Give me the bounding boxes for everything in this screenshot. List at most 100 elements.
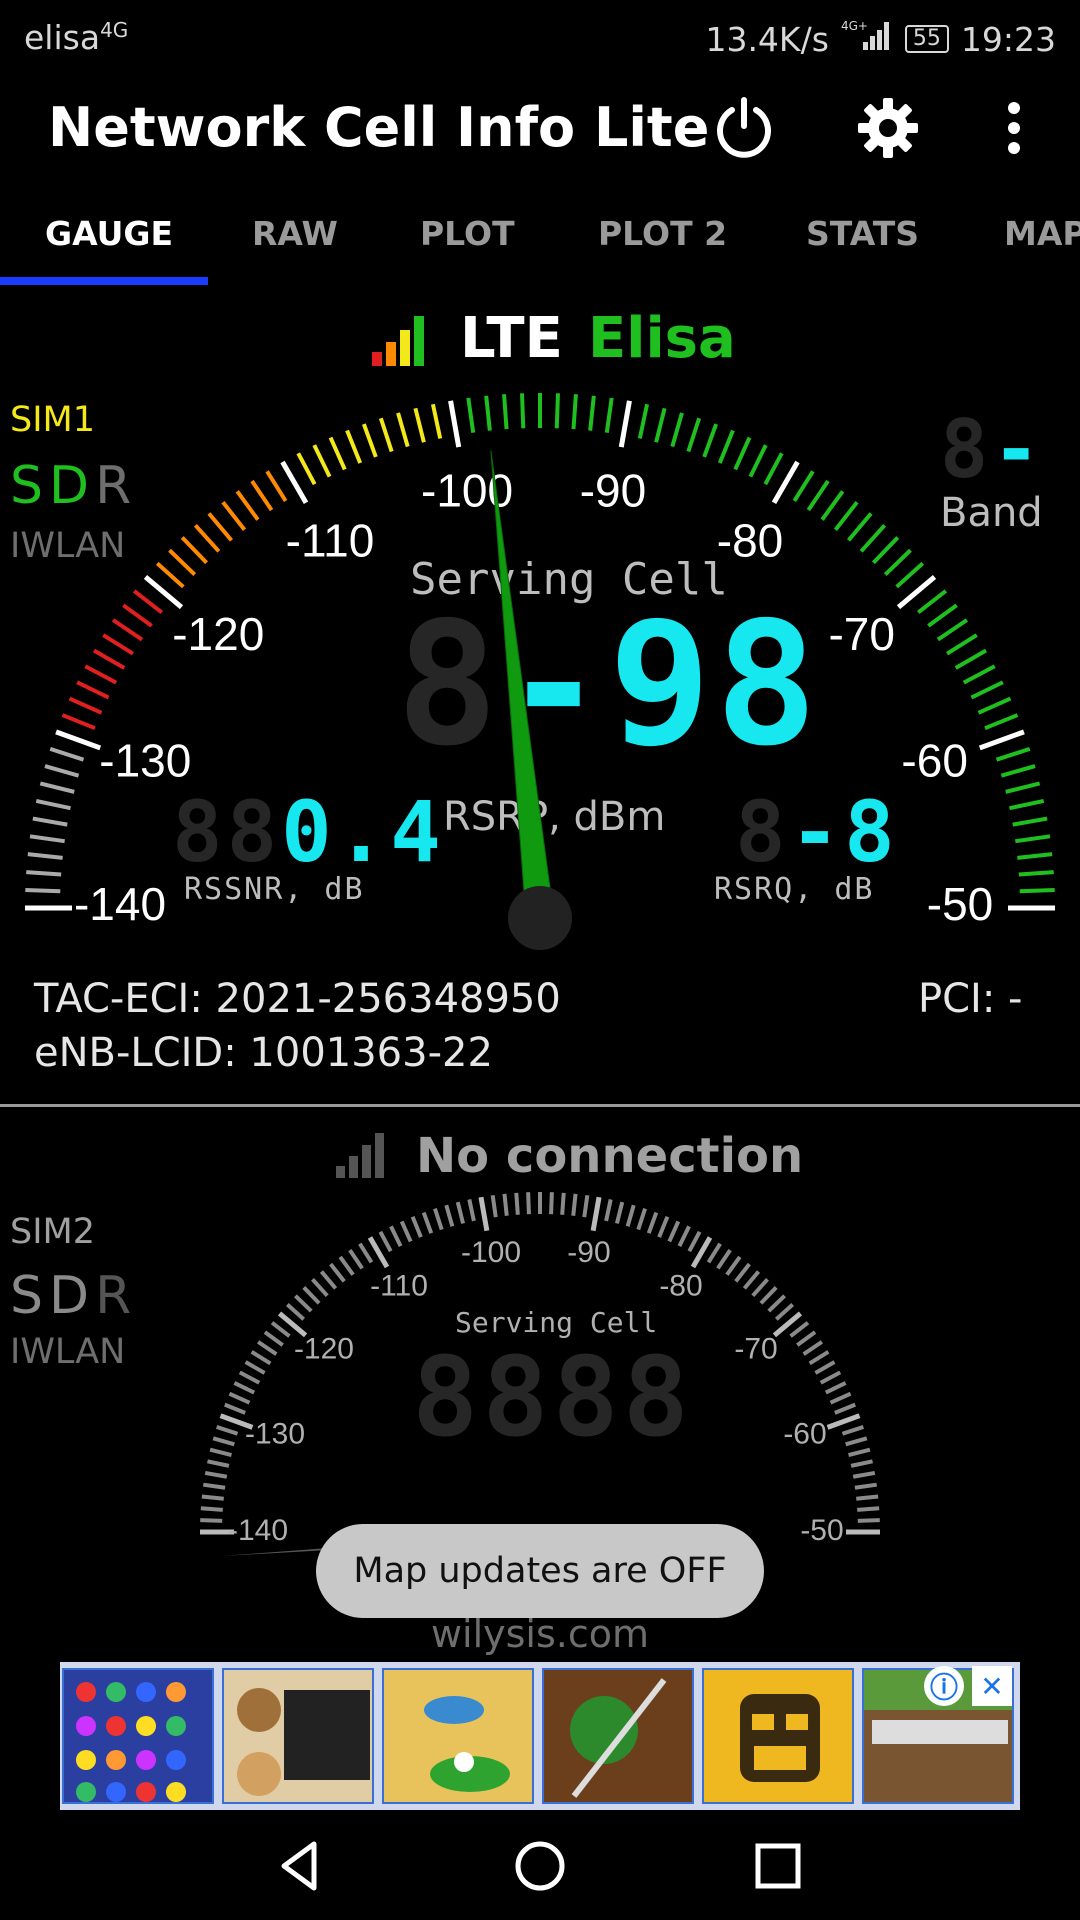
gauge-minor-tick <box>856 1494 879 1501</box>
gauge-minor-tick <box>857 1506 880 1512</box>
gauge-scale-label: -130 <box>245 1417 305 1450</box>
gauge-minor-tick <box>549 1192 554 1215</box>
gauge-minor-tick <box>814 1360 836 1375</box>
sim2-rsrp-ghost-display: 8888 <box>412 1333 693 1461</box>
gauge-scale-label: -70 <box>734 1333 777 1366</box>
gauge-minor-tick <box>263 1330 284 1347</box>
ad-fruit-ninja[interactable] <box>542 1668 694 1804</box>
gauge-major-tick <box>478 1196 490 1232</box>
gauge-minor-tick <box>604 1199 613 1222</box>
gauge-minor-tick <box>852 1470 876 1479</box>
gauge-minor-tick <box>796 1330 817 1347</box>
gauge-minor-tick <box>560 1192 566 1215</box>
gauge-minor-tick <box>224 1402 246 1415</box>
gauge-minor-tick <box>789 1321 810 1338</box>
gauge-minor-tick <box>455 1201 466 1224</box>
gauge-minor-tick <box>625 1204 636 1227</box>
gauge-minor-tick <box>348 1249 364 1270</box>
gauge-minor-tick <box>808 1350 830 1366</box>
gauge-minor-tick <box>850 1459 873 1468</box>
gauge-minor-tick <box>514 1192 520 1215</box>
gauge-minor-tick <box>759 1286 778 1305</box>
gauge-minor-tick <box>207 1459 230 1468</box>
gauge-minor-tick <box>228 1391 251 1405</box>
gauge-minor-tick <box>444 1204 455 1227</box>
gauge-minor-tick <box>302 1286 321 1305</box>
gauge-minor-tick <box>829 1391 852 1405</box>
gauge-minor-tick <box>854 1482 877 1490</box>
ad-grand-theft-auto[interactable] <box>222 1668 374 1804</box>
gauge-minor-tick <box>734 1262 751 1283</box>
recent-apps-icon[interactable] <box>746 1834 810 1898</box>
gauge-minor-tick <box>751 1277 769 1298</box>
gauge-minor-tick <box>433 1208 444 1231</box>
gauge-minor-tick <box>636 1208 647 1231</box>
gauge-major-tick <box>590 1196 602 1232</box>
gauge-minor-tick <box>614 1201 625 1224</box>
gauge-minor-tick <box>389 1225 403 1248</box>
gauge-minor-tick <box>216 1425 239 1436</box>
gauge-minor-tick <box>687 1230 702 1253</box>
gauge-minor-tick <box>467 1199 476 1222</box>
gauge-minor-tick <box>329 1262 346 1283</box>
gauge-scale-label: -90 <box>567 1236 610 1269</box>
gauge-scale-label: -80 <box>659 1270 702 1303</box>
gauge-scale-label: -110 <box>370 1270 428 1303</box>
gauge-minor-tick <box>238 1370 261 1385</box>
gauge-minor-tick <box>848 1447 871 1458</box>
gauge-minor-tick <box>725 1255 742 1276</box>
gauge-minor-tick <box>410 1216 423 1238</box>
gauge-minor-tick <box>209 1447 232 1458</box>
gauge-minor-tick <box>212 1436 235 1447</box>
gauge-minor-tick <box>767 1294 786 1313</box>
ad-info-icon[interactable]: ⓘ <box>924 1666 964 1706</box>
ad-close-icon[interactable]: ✕ <box>972 1666 1012 1706</box>
map-updates-toast: Map updates are OFF <box>316 1524 764 1618</box>
back-icon[interactable] <box>270 1834 334 1898</box>
gauge-scale-label: -50 <box>800 1514 843 1547</box>
gauge-minor-tick <box>667 1220 681 1243</box>
gauge-minor-tick <box>285 1303 306 1321</box>
gauge-minor-tick <box>358 1242 374 1264</box>
gauge-minor-tick <box>421 1211 434 1234</box>
gauge-minor-tick <box>399 1220 413 1243</box>
gauge-minor-tick <box>526 1192 531 1215</box>
gauge-minor-tick <box>657 1216 670 1238</box>
gauge-minor-tick <box>677 1225 691 1248</box>
gauge-minor-tick <box>845 1436 868 1447</box>
gauge-minor-tick <box>250 1350 272 1366</box>
ad-banner[interactable]: ⓘ ✕ <box>60 1662 1020 1810</box>
gauge-minor-tick <box>824 1381 847 1395</box>
gauge-minor-tick <box>200 1518 223 1523</box>
gauge-minor-tick <box>203 1482 226 1490</box>
gauge-major-tick <box>826 1413 861 1430</box>
gauge-minor-tick <box>257 1340 278 1356</box>
gauge-scale-label: -140 <box>228 1514 288 1547</box>
gauge-minor-tick <box>802 1340 823 1356</box>
watermark: wilysis.com <box>430 1612 650 1656</box>
ad-temple-run[interactable] <box>702 1668 854 1804</box>
gauge-minor-tick <box>490 1195 498 1218</box>
gauge-minor-tick <box>646 1211 659 1234</box>
gauge-minor-tick <box>378 1230 393 1253</box>
gauge-minor-tick <box>338 1255 355 1276</box>
gauge-scale-label: -60 <box>783 1417 826 1450</box>
gauge-minor-tick <box>200 1506 223 1512</box>
gauge-minor-tick <box>319 1270 338 1290</box>
gauge-minor-tick <box>706 1242 722 1264</box>
gauge-minor-tick <box>774 1303 795 1321</box>
gauge-minor-tick <box>571 1193 578 1216</box>
gauge-minor-tick <box>834 1402 856 1415</box>
home-icon[interactable] <box>508 1834 572 1898</box>
gauge-minor-tick <box>857 1518 880 1523</box>
gauge-minor-tick <box>204 1470 228 1479</box>
gauge-minor-tick <box>841 1425 864 1436</box>
ad-wheres-my-water[interactable] <box>382 1668 534 1804</box>
gauge-minor-tick <box>233 1381 256 1395</box>
ad-candy-crush[interactable] <box>62 1668 214 1804</box>
gauge-minor-tick <box>201 1494 224 1501</box>
gauge-minor-tick <box>294 1294 313 1313</box>
gauge-minor-tick <box>311 1277 329 1298</box>
system-nav-bar <box>0 1810 1080 1920</box>
gauge-minor-tick <box>244 1360 266 1375</box>
